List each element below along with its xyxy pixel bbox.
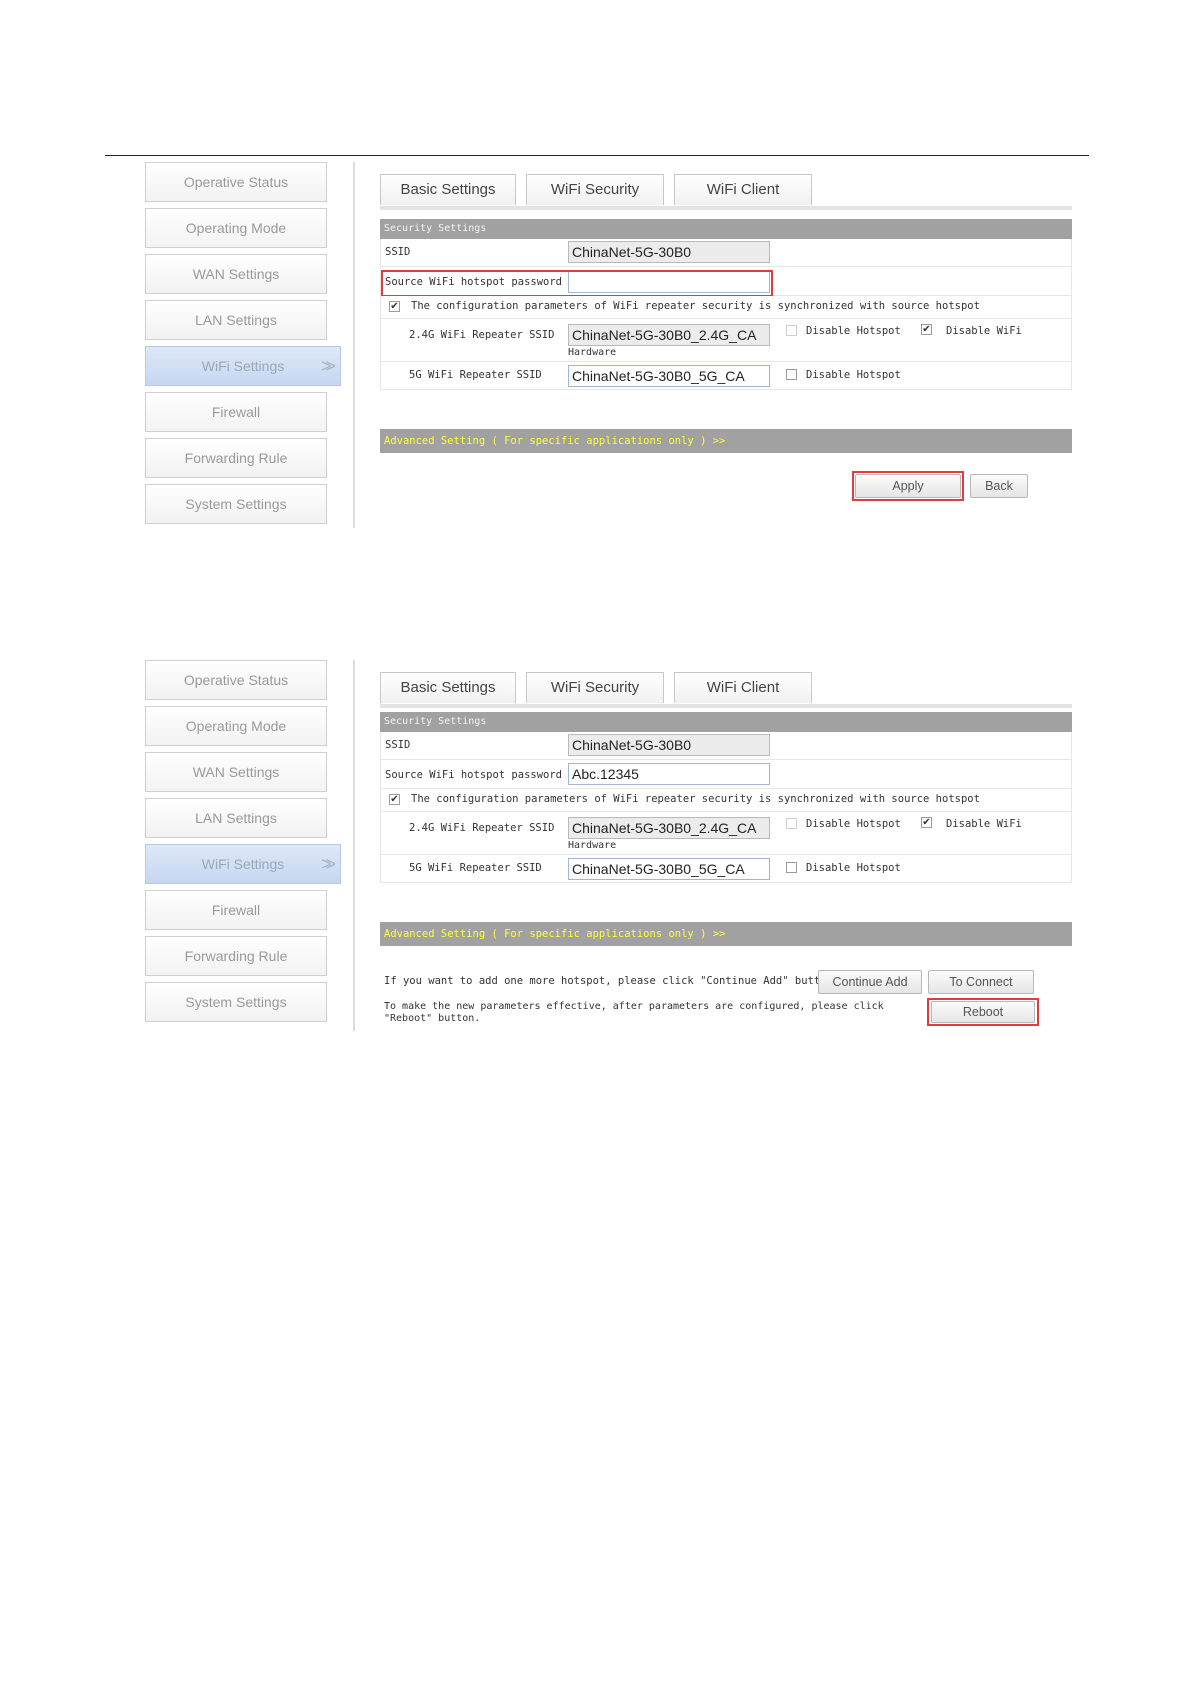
- disable-wifi-label: Disable WiFi: [946, 818, 1022, 830]
- section-header: Security Settings: [380, 219, 1072, 239]
- sync-row: ✔ The configuration parameters of WiFi r…: [380, 789, 1072, 812]
- double-chevron-right-icon: >>: [320, 356, 336, 376]
- continue-add-hint: If you want to add one more hotspot, ple…: [384, 975, 840, 987]
- disable-wifi-label: Disable WiFi: [946, 325, 1022, 337]
- sync-checkbox[interactable]: ✔: [389, 794, 400, 805]
- sidebar-item-operative-status[interactable]: Operative Status: [145, 162, 327, 202]
- password-highlight-box: [381, 270, 773, 297]
- sync-checkbox[interactable]: ✔: [389, 301, 400, 312]
- sidebar-item-firewall[interactable]: Firewall: [145, 890, 327, 930]
- hardware-text: Hardware: [568, 347, 617, 358]
- ssid24-row: 2.4G WiFi Repeater SSID ChinaNet-5G-30B0…: [380, 319, 1072, 362]
- tab-basic-settings[interactable]: Basic Settings: [380, 174, 516, 205]
- sidebar-item-wifi-settings[interactable]: WiFi Settings >>: [145, 844, 341, 884]
- ssid24-label: 2.4G WiFi Repeater SSID: [409, 329, 555, 341]
- password-label: Source WiFi hotspot password: [385, 769, 563, 781]
- ssid24-disable-hotspot-label: Disable Hotspot: [806, 325, 901, 337]
- ssid-label: SSID: [385, 246, 411, 258]
- tab-basic-settings[interactable]: Basic Settings: [380, 672, 516, 703]
- ssid5-disable-hotspot-checkbox[interactable]: [786, 369, 797, 380]
- ssid-input[interactable]: ChinaNet-5G-30B0: [568, 241, 770, 263]
- ssid5-row: 5G WiFi Repeater SSID ChinaNet-5G-30B0_5…: [380, 362, 1072, 390]
- tab-wifi-security[interactable]: WiFi Security: [526, 672, 664, 703]
- to-connect-button[interactable]: To Connect: [928, 970, 1034, 994]
- sidebar-item-lan-settings[interactable]: LAN Settings: [145, 300, 327, 340]
- tab-bar: Basic Settings WiFi Security WiFi Client: [380, 174, 1072, 210]
- page-top-rule: [105, 155, 1089, 156]
- ssid24-disable-hotspot-label: Disable Hotspot: [806, 818, 901, 830]
- main-panel: Basic Settings WiFi Security WiFi Client…: [358, 660, 1073, 1031]
- ssid24-disable-hotspot-checkbox[interactable]: [786, 818, 797, 829]
- ssid24-input[interactable]: ChinaNet-5G-30B0_2.4G_CA: [568, 324, 770, 346]
- ssid-row: SSID ChinaNet-5G-30B0: [380, 732, 1072, 760]
- ssid-row: SSID ChinaNet-5G-30B0: [380, 239, 1072, 267]
- sidebar-item-operating-mode[interactable]: Operating Mode: [145, 208, 327, 248]
- ssid-input[interactable]: ChinaNet-5G-30B0: [568, 734, 770, 756]
- sidebar-item-lan-settings[interactable]: LAN Settings: [145, 798, 327, 838]
- sidebar-item-system-settings[interactable]: System Settings: [145, 484, 327, 524]
- sidebar-item-wan-settings[interactable]: WAN Settings: [145, 254, 327, 294]
- disable-wifi-checkbox[interactable]: ✔: [921, 817, 932, 828]
- tab-wifi-security[interactable]: WiFi Security: [526, 174, 664, 205]
- ssid24-label: 2.4G WiFi Repeater SSID: [409, 822, 555, 834]
- section-header: Security Settings: [380, 712, 1072, 732]
- advanced-setting-link[interactable]: Advanced Setting ( For specific applicat…: [380, 922, 1072, 946]
- ssid5-disable-hotspot-label: Disable Hotspot: [806, 369, 901, 381]
- continue-add-button[interactable]: Continue Add: [818, 970, 922, 994]
- sidebar-item-wan-settings[interactable]: WAN Settings: [145, 752, 327, 792]
- sidebar-item-wifi-settings[interactable]: WiFi Settings >>: [145, 346, 341, 386]
- sidebar-item-operating-mode[interactable]: Operating Mode: [145, 706, 327, 746]
- sidebar: Operative Status Operating Mode WAN Sett…: [145, 660, 345, 1031]
- router-settings-screenshot-1: Operative Status Operating Mode WAN Sett…: [145, 162, 1073, 528]
- disable-wifi-checkbox[interactable]: ✔: [921, 324, 932, 335]
- reboot-hint-line2: "Reboot" button.: [384, 1013, 481, 1024]
- back-button[interactable]: Back: [970, 474, 1028, 498]
- router-settings-screenshot-2: Operative Status Operating Mode WAN Sett…: [145, 660, 1073, 1031]
- sidebar-divider: [353, 162, 355, 528]
- sync-text: The configuration parameters of WiFi rep…: [411, 300, 980, 312]
- ssid5-input[interactable]: ChinaNet-5G-30B0_5G_CA: [568, 858, 770, 880]
- reboot-highlight-box: [927, 998, 1039, 1026]
- hardware-text: Hardware: [568, 840, 617, 851]
- sidebar-item-system-settings[interactable]: System Settings: [145, 982, 327, 1022]
- tab-wifi-client[interactable]: WiFi Client: [674, 672, 812, 703]
- advanced-setting-link[interactable]: Advanced Setting ( For specific applicat…: [380, 429, 1072, 453]
- sidebar-item-operative-status[interactable]: Operative Status: [145, 660, 327, 700]
- ssid-label: SSID: [385, 739, 411, 751]
- double-chevron-right-icon: >>: [320, 854, 336, 874]
- ssid5-disable-hotspot-checkbox[interactable]: [786, 862, 797, 873]
- ssid5-disable-hotspot-label: Disable Hotspot: [806, 862, 901, 874]
- ssid5-input[interactable]: ChinaNet-5G-30B0_5G_CA: [568, 365, 770, 387]
- sidebar-divider: [353, 660, 355, 1031]
- sidebar: Operative Status Operating Mode WAN Sett…: [145, 162, 345, 528]
- sync-row: ✔ The configuration parameters of WiFi r…: [380, 296, 1072, 319]
- ssid24-input[interactable]: ChinaNet-5G-30B0_2.4G_CA: [568, 817, 770, 839]
- ssid5-row: 5G WiFi Repeater SSID ChinaNet-5G-30B0_5…: [380, 855, 1072, 883]
- password-input[interactable]: Abc.12345: [568, 763, 770, 785]
- ssid5-label: 5G WiFi Repeater SSID: [409, 862, 542, 874]
- apply-highlight-box: [852, 471, 964, 501]
- reboot-hint-line1: To make the new parameters effective, af…: [384, 1001, 884, 1012]
- ssid24-row: 2.4G WiFi Repeater SSID ChinaNet-5G-30B0…: [380, 812, 1072, 855]
- tab-wifi-client[interactable]: WiFi Client: [674, 174, 812, 205]
- main-panel: Basic Settings WiFi Security WiFi Client…: [358, 162, 1073, 528]
- sidebar-item-forwarding-rule[interactable]: Forwarding Rule: [145, 936, 327, 976]
- sync-text: The configuration parameters of WiFi rep…: [411, 793, 980, 805]
- password-row: Source WiFi hotspot password Abc.12345: [380, 760, 1072, 789]
- sidebar-item-firewall[interactable]: Firewall: [145, 392, 327, 432]
- sidebar-item-forwarding-rule[interactable]: Forwarding Rule: [145, 438, 327, 478]
- tab-bar: Basic Settings WiFi Security WiFi Client: [380, 672, 1072, 708]
- ssid24-disable-hotspot-checkbox[interactable]: [786, 325, 797, 336]
- ssid5-label: 5G WiFi Repeater SSID: [409, 369, 542, 381]
